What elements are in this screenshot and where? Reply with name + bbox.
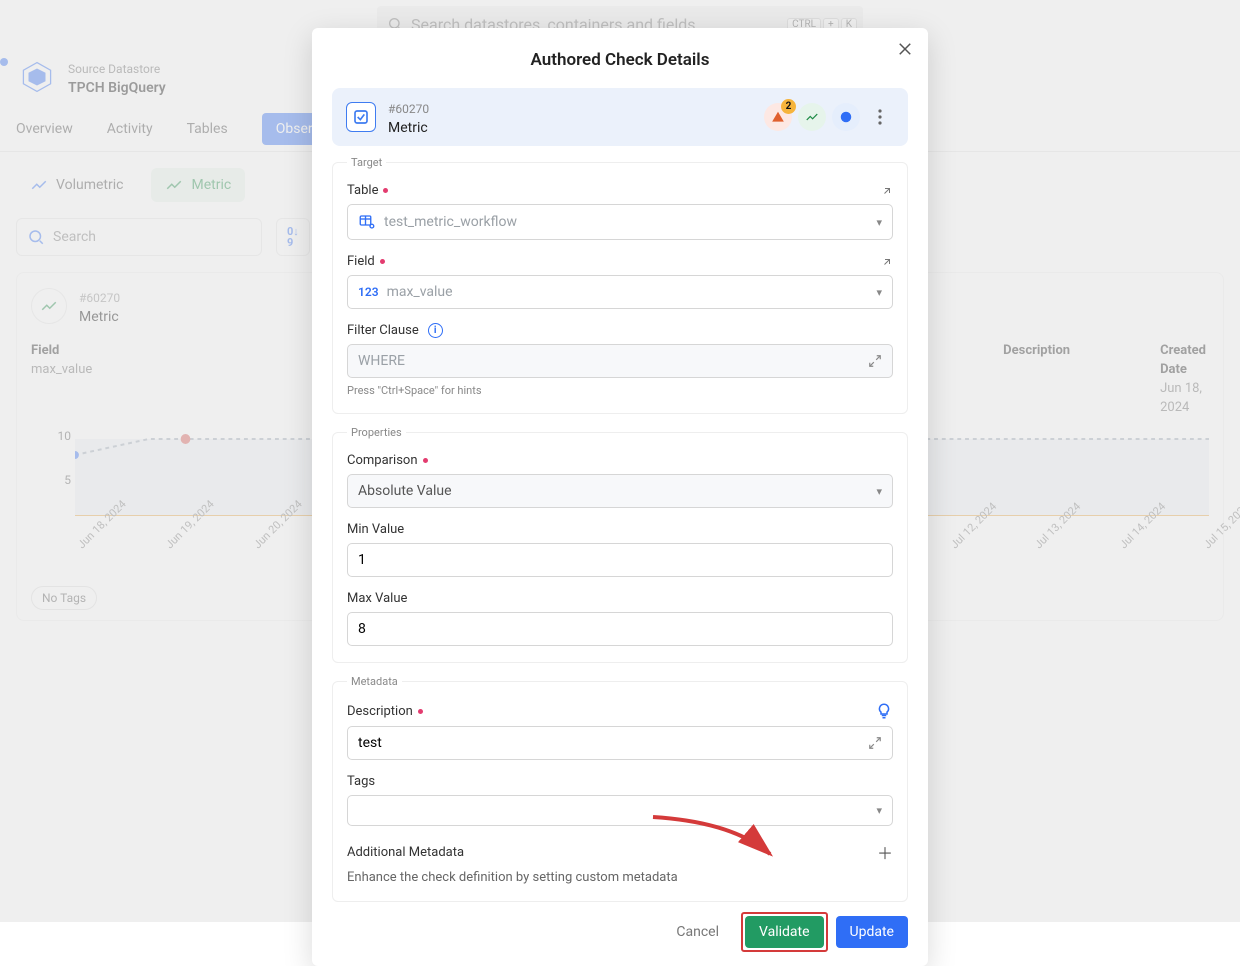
table-icon (358, 213, 376, 231)
min-input[interactable] (347, 543, 893, 577)
filter-text[interactable] (358, 353, 860, 369)
alert-badge: 2 (781, 99, 796, 114)
expand-icon[interactable] (868, 354, 882, 368)
metadata-section: Metadata Description Tags ▾ Additional M… (332, 675, 908, 902)
additional-metadata-text: Enhance the check definition by setting … (347, 870, 893, 885)
target-section: Target Table test_metric_workflow ▾ Fiel… (332, 156, 908, 414)
chevron-down-icon: ▾ (876, 485, 882, 498)
validate-button[interactable]: Validate (745, 916, 824, 948)
max-input[interactable] (347, 612, 893, 646)
check-details-modal: Authored Check Details #60270 Metric 2 (312, 28, 928, 966)
metadata-legend: Metadata (347, 675, 402, 688)
properties-legend: Properties (347, 426, 406, 439)
table-select[interactable]: test_metric_workflow ▾ (347, 204, 893, 240)
cancel-button[interactable]: Cancel (662, 916, 733, 948)
info-icon[interactable] (832, 103, 860, 131)
more-menu-icon[interactable] (866, 103, 894, 131)
close-icon[interactable] (896, 40, 914, 58)
modal-check-type: Metric (388, 120, 428, 136)
description-value[interactable] (358, 735, 860, 751)
modal-actions: Cancel Validate Update (332, 916, 908, 948)
type-badge: 123 (358, 285, 379, 299)
min-label: Min Value (347, 522, 404, 537)
filter-input[interactable] (347, 344, 893, 378)
description-input[interactable] (347, 726, 893, 760)
modal-check-id: #60270 (388, 102, 429, 116)
modal-summary-header: #60270 Metric 2 (332, 88, 908, 146)
chevron-down-icon: ▾ (876, 216, 882, 229)
properties-section: Properties Comparison Absolute Value ▾ M… (332, 426, 908, 663)
comparison-label: Comparison (347, 453, 418, 468)
expand-icon[interactable] (868, 736, 882, 750)
field-label: Field (347, 254, 375, 269)
table-label: Table (347, 183, 378, 198)
open-icon[interactable] (881, 256, 893, 268)
comparison-value: Absolute Value (358, 483, 452, 499)
tags-label: Tags (347, 774, 375, 789)
tags-select[interactable]: ▾ (347, 795, 893, 826)
description-label: Description (347, 704, 413, 719)
alert-icon[interactable]: 2 (764, 103, 792, 131)
chart-icon[interactable] (798, 103, 826, 131)
filter-hint: Press "Ctrl+Space" for hints (347, 384, 893, 397)
table-value: test_metric_workflow (384, 214, 517, 230)
modal-overlay: Authored Check Details #60270 Metric 2 (0, 0, 1240, 922)
min-value[interactable] (358, 552, 882, 568)
add-metadata-icon[interactable]: ＋ (877, 840, 893, 864)
check-icon (346, 102, 376, 132)
filter-label: Filter Clause (347, 323, 419, 338)
max-label: Max Value (347, 591, 407, 606)
field-select[interactable]: 123 max_value ▾ (347, 275, 893, 309)
max-value[interactable] (358, 621, 882, 637)
modal-title: Authored Check Details (332, 50, 908, 70)
field-value: max_value (387, 284, 453, 300)
open-icon[interactable] (881, 185, 893, 197)
comparison-select[interactable]: Absolute Value ▾ (347, 474, 893, 508)
lightbulb-icon[interactable] (875, 702, 893, 720)
update-button[interactable]: Update (836, 916, 908, 948)
info-icon[interactable]: i (428, 323, 443, 338)
chevron-down-icon: ▾ (876, 804, 882, 817)
target-legend: Target (347, 156, 386, 169)
additional-metadata-label: Additional Metadata (347, 845, 464, 860)
chevron-down-icon: ▾ (876, 286, 882, 299)
